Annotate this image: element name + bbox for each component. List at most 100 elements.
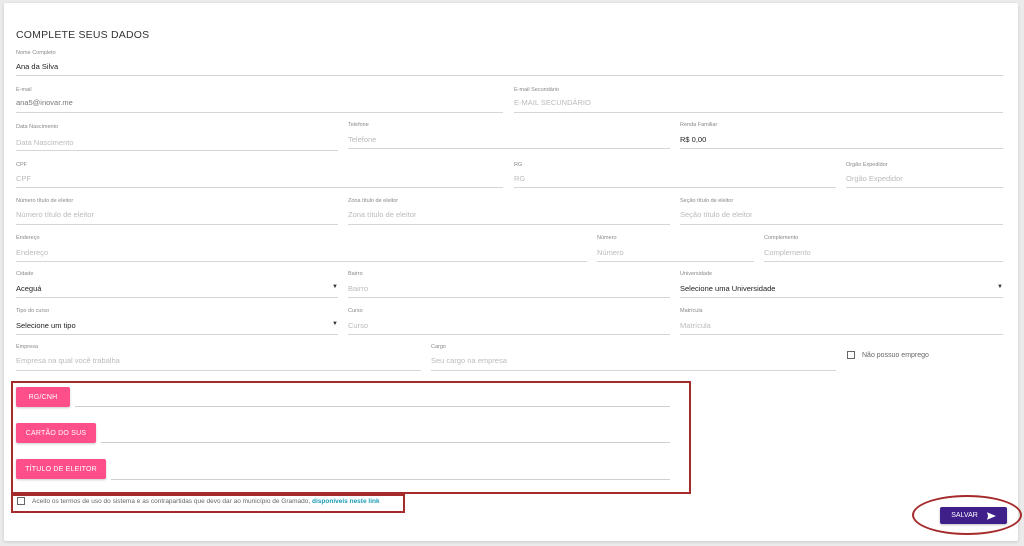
voter-id-section-underline	[680, 224, 1003, 225]
course-type-underline	[16, 334, 338, 335]
full-name-label: Nome Completo	[16, 50, 56, 56]
voter-id-zone-label: Zona título de eleitor	[348, 198, 399, 204]
no-job-label: Não possuo emprego	[862, 352, 929, 359]
voter-id-number-placeholder: Número título de eleitor	[16, 210, 94, 219]
terms-label: Aceito os termos de uso do sistema e as …	[32, 498, 380, 505]
issuing-agency-underline	[846, 187, 1003, 188]
family-income-field[interactable]: Renda Familiar R$ 0,00	[680, 122, 1003, 149]
enrollment-underline	[680, 334, 1003, 335]
dropdown-caret-icon: ▼	[332, 284, 338, 290]
voter-id-zone-field[interactable]: Zona título de eleitor Zona título de el…	[348, 198, 670, 225]
address-underline	[16, 261, 587, 262]
course-field[interactable]: Curso Curso	[348, 308, 670, 335]
no-job-checkbox[interactable]	[847, 351, 855, 359]
family-income-label: Renda Familiar	[680, 122, 718, 128]
course-placeholder: Curso	[348, 321, 369, 330]
birth-date-underline	[16, 150, 338, 151]
cpf-field[interactable]: CPF CPF	[16, 162, 503, 188]
enrollment-label: Matrícula	[680, 308, 703, 314]
terms-link[interactable]: disponíveis neste link	[312, 498, 380, 505]
upload-rg-cnh-button[interactable]: RG/CNH	[16, 387, 70, 407]
phone-field[interactable]: Telefone Telefone	[348, 122, 670, 149]
email-underline	[16, 112, 503, 113]
job-title-field[interactable]: Cargo Seu cargo na empresa	[431, 344, 836, 371]
university-underline	[680, 297, 1003, 298]
rg-underline	[514, 187, 836, 188]
course-type-select[interactable]: Tipo do curso Selecione um tipo ▼	[16, 308, 338, 335]
company-placeholder: Empresa na qual você trabalha	[16, 356, 120, 365]
university-value: Selecione uma Universidade	[680, 284, 776, 293]
job-title-label: Cargo	[431, 344, 446, 350]
email-value: ana5@inovar.me	[16, 98, 73, 107]
company-label: Empresa	[16, 344, 39, 350]
address-number-underline	[597, 261, 754, 262]
documents-highlight-box	[11, 381, 691, 494]
voter-id-number-underline	[16, 224, 338, 225]
terms-checkbox[interactable]	[17, 497, 25, 505]
enrollment-placeholder: Matrícula	[680, 321, 711, 330]
university-label: Universidade	[680, 271, 713, 277]
complement-placeholder: Complemento	[764, 248, 811, 257]
complement-label: Complemento	[764, 235, 799, 241]
full-name-field[interactable]: Nome Completo Ana da Silva	[16, 50, 1003, 76]
secondary-email-placeholder: E-MAIL SECUNDÁRIO	[514, 98, 591, 107]
issuing-agency-field[interactable]: Orgão Expedidor Orgão Expedidor	[846, 162, 1003, 188]
secondary-email-field[interactable]: E-mail Secundário E-MAIL SECUNDÁRIO	[514, 87, 1003, 113]
dropdown-caret-icon: ▼	[332, 321, 338, 327]
address-placeholder: Endereço	[16, 248, 49, 257]
job-title-placeholder: Seu cargo na empresa	[431, 356, 507, 365]
neighborhood-placeholder: Bairro	[348, 284, 369, 293]
university-select[interactable]: Universidade Selecione uma Universidade …	[680, 271, 1003, 298]
city-value: Aceguá	[16, 284, 42, 293]
company-field[interactable]: Empresa Empresa na qual você trabalha	[16, 344, 421, 371]
address-number-field[interactable]: Número Número	[597, 235, 754, 262]
rg-field[interactable]: RG RG	[514, 162, 836, 188]
enrollment-field[interactable]: Matrícula Matrícula	[680, 308, 1003, 335]
course-underline	[348, 334, 670, 335]
rg-placeholder: RG	[514, 174, 526, 183]
phone-label: Telefone	[348, 122, 369, 128]
voter-id-section-placeholder: Seção título de eleitor	[680, 210, 753, 219]
dropdown-caret-icon: ▼	[997, 284, 1003, 290]
upload-rg-cnh-filename	[75, 406, 670, 407]
birth-date-field[interactable]: Data Nascimento Data Nascimento	[16, 124, 338, 151]
issuing-agency-placeholder: Orgão Expedidor	[846, 174, 903, 183]
address-number-placeholder: Número	[597, 248, 624, 257]
voter-id-section-field[interactable]: Seção título de eleitor Seção título de …	[680, 198, 1003, 225]
issuing-agency-label: Orgão Expedidor	[846, 162, 888, 168]
terms-text: Aceito os termos de uso do sistema e as …	[32, 498, 311, 505]
address-field[interactable]: Endereço Endereço	[16, 235, 587, 262]
upload-sus-card-button[interactable]: CARTÃO DO SUS	[16, 423, 96, 443]
course-type-value: Selecione um tipo	[16, 321, 76, 330]
email-label: E-mail	[16, 87, 32, 93]
family-income-value: R$ 0,00	[680, 135, 707, 144]
cpf-label: CPF	[16, 162, 27, 168]
complement-field[interactable]: Complemento Complemento	[764, 235, 1003, 262]
email-field[interactable]: E-mail ana5@inovar.me	[16, 87, 503, 113]
full-name-underline	[16, 75, 1003, 76]
full-name-value: Ana da Silva	[16, 62, 59, 71]
address-number-label: Número	[597, 235, 617, 241]
voter-id-section-label: Seção título de eleitor	[680, 198, 734, 204]
save-button[interactable]: SALVAR	[940, 507, 1007, 524]
family-income-underline	[680, 148, 1003, 149]
birth-date-placeholder: Data Nascimento	[16, 138, 74, 147]
rg-label: RG	[514, 162, 523, 168]
voter-id-zone-underline	[348, 224, 670, 225]
neighborhood-field[interactable]: Bairro Bairro	[348, 271, 670, 298]
cpf-underline	[16, 187, 503, 188]
city-select[interactable]: Cidade Aceguá ▼	[16, 271, 338, 298]
company-underline	[16, 370, 421, 371]
complement-underline	[764, 261, 1003, 262]
cpf-placeholder: CPF	[16, 174, 31, 183]
save-button-label: SALVAR	[951, 512, 978, 519]
upload-voter-id-button[interactable]: TÍTULO DE ELEITOR	[16, 459, 106, 479]
city-underline	[16, 297, 338, 298]
voter-id-number-field[interactable]: Número título de eleitor Número título d…	[16, 198, 338, 225]
course-type-label: Tipo do curso	[16, 308, 50, 314]
job-title-underline	[431, 370, 836, 371]
page-title: COMPLETE SEUS DADOS	[16, 29, 150, 41]
birth-date-label: Data Nascimento	[16, 124, 59, 130]
voter-id-number-label: Número título de eleitor	[16, 198, 74, 204]
send-icon	[986, 511, 996, 520]
